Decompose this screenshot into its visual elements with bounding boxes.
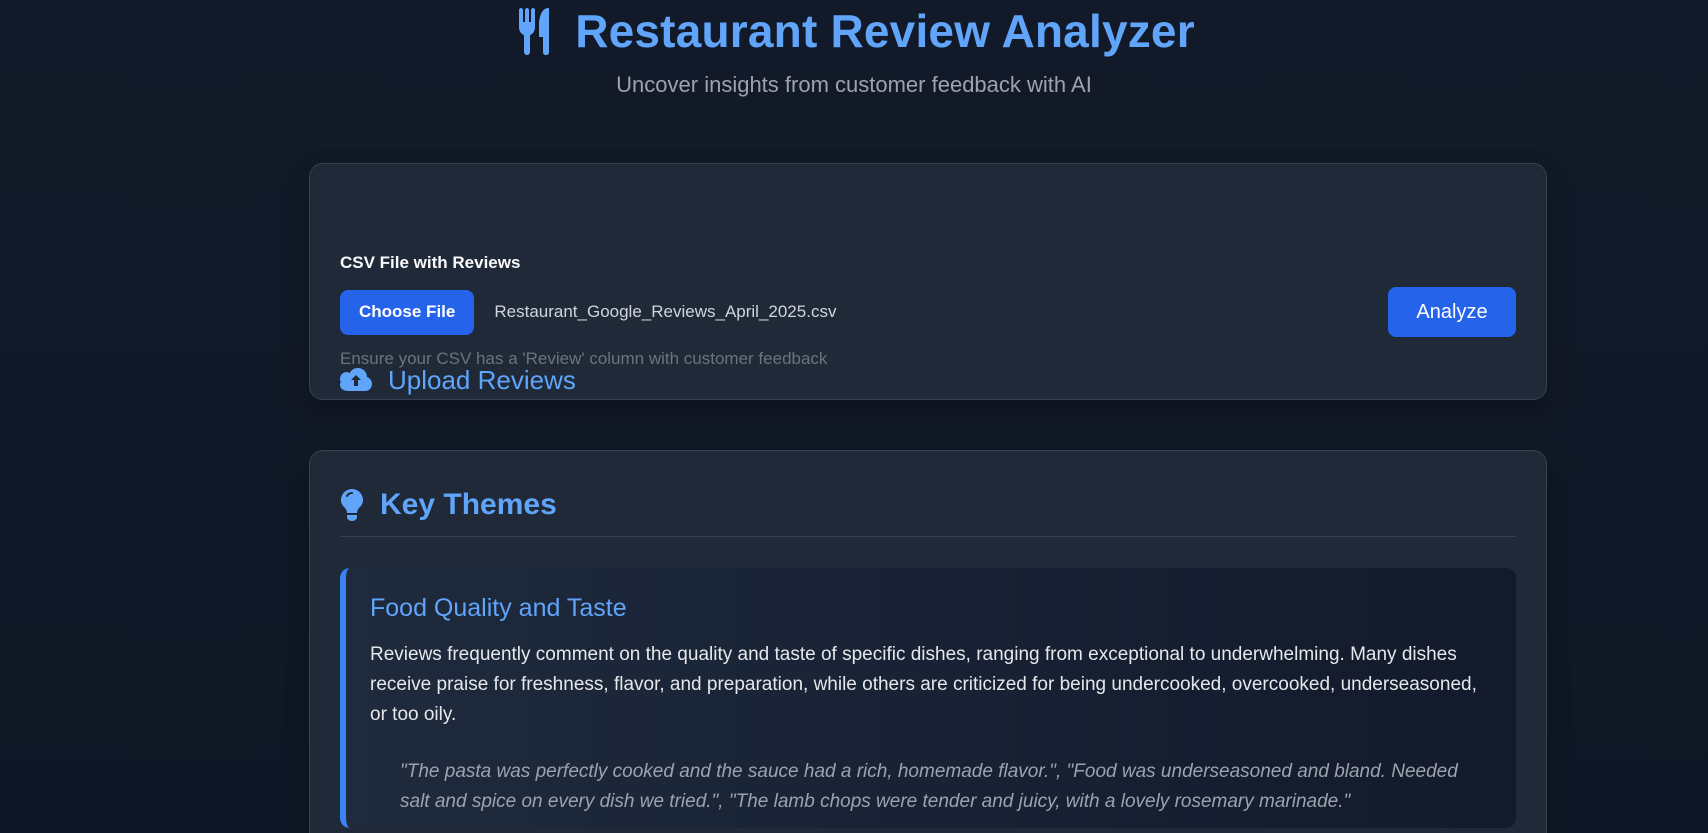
- selected-file-name: Restaurant_Google_Reviews_April_2025.csv: [494, 302, 837, 321]
- page-subtitle: Uncover insights from customer feedback …: [616, 72, 1092, 97]
- theme-example-quotes: "The pasta was perfectly cooked and the …: [400, 761, 1458, 812]
- upload-card: Upload Reviews CSV File with Reviews Cho…: [309, 163, 1547, 400]
- utensils-icon: [519, 8, 550, 55]
- page-title: Restaurant Review Analyzer: [575, 5, 1195, 57]
- cloud-upload-icon: [340, 368, 372, 391]
- themes-heading: Key Themes: [380, 488, 557, 521]
- csv-file-label: CSV File with Reviews: [340, 253, 521, 272]
- choose-file-button[interactable]: Choose File: [340, 289, 475, 335]
- upload-help-text: Ensure your CSV has a 'Review' column wi…: [340, 349, 828, 368]
- theme-item: Food Quality and Taste Reviews frequentl…: [340, 568, 1516, 828]
- theme-title: Food Quality and Taste: [370, 594, 627, 622]
- themes-header: Key Themes: [340, 484, 557, 526]
- title-row: Restaurant Review Analyzer: [0, 2, 1708, 60]
- file-input-row: Choose File Restaurant_Google_Reviews_Ap…: [340, 287, 1516, 337]
- analyze-button[interactable]: Analyze: [1388, 287, 1516, 337]
- upload-heading: Upload Reviews: [388, 364, 576, 395]
- themes-divider: [340, 536, 1516, 537]
- theme-description: Reviews frequently comment on the qualit…: [370, 644, 1477, 725]
- key-themes-card: Key Themes Food Quality and Taste Review…: [309, 450, 1547, 833]
- lightbulb-icon: [341, 489, 363, 521]
